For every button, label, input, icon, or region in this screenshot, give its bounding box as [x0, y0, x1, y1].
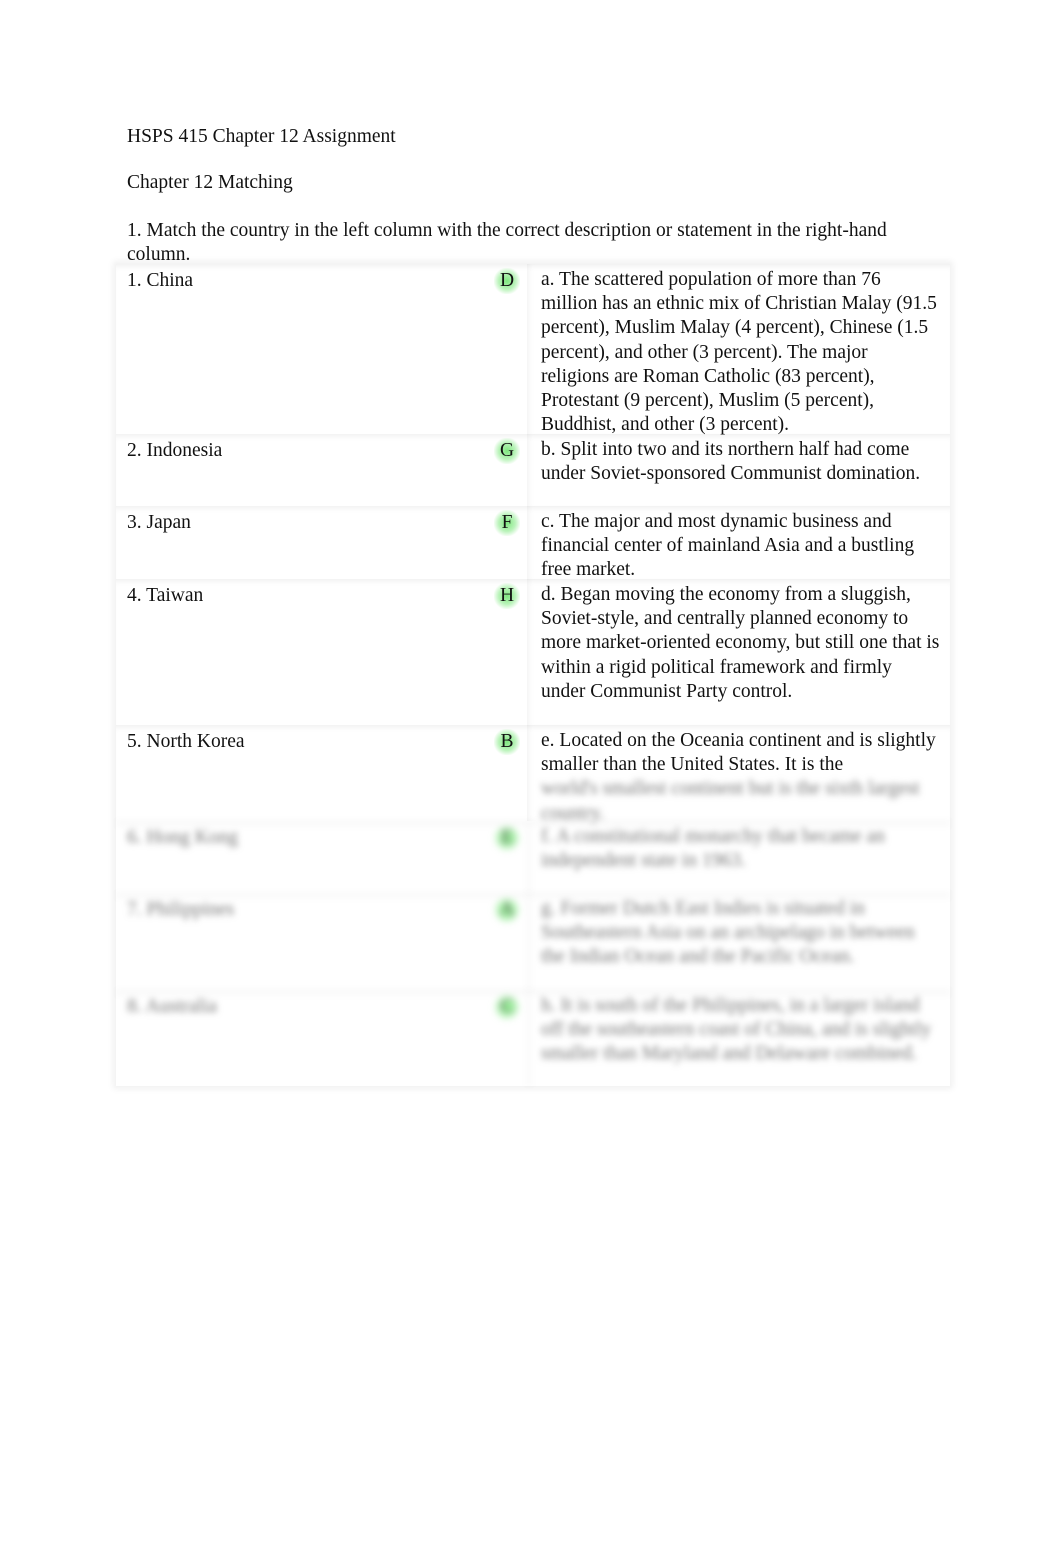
table-row: 4. Taiwan H d. Began moving the economy …: [116, 579, 950, 725]
table-row: 1. China D a. The scattered population o…: [116, 264, 950, 435]
table-row: 5. North Korea B e. Located on the Ocean…: [116, 725, 950, 824]
country-label: 4. Taiwan: [127, 585, 204, 606]
country-cell: 1. China D: [116, 264, 527, 434]
country-cell: 7. Philippines A: [116, 893, 527, 990]
description-cell: g. Former Dutch East Indies is situated …: [527, 893, 950, 990]
country-cell: 3. Japan F: [116, 506, 527, 579]
description-cell: e. Located on the Oceania continent and …: [527, 725, 950, 824]
matching-table: 1. China D a. The scattered population o…: [116, 264, 950, 1086]
country-label: 8. Australia: [127, 996, 217, 1017]
table-row-blurred: 7. Philippines A g. Former Dutch East In…: [116, 893, 950, 990]
answer-highlight: D: [494, 268, 520, 294]
description-text: e. Located on the Oceania continent and …: [541, 730, 936, 776]
answer-highlight: H: [494, 583, 520, 609]
table-row-blurred: 6. Hong Kong E f. A constitutional monar…: [116, 821, 950, 893]
country-cell: 8. Australia C: [116, 990, 527, 1086]
description-cell: c. The major and most dynamic business a…: [527, 506, 950, 580]
section-title: Chapter 12 Matching: [127, 172, 293, 193]
instructions-text: 1. Match the country in the left column …: [127, 220, 887, 266]
answer-highlight: B: [494, 729, 520, 755]
country-label: 5. North Korea: [127, 731, 245, 752]
country-cell: 5. North Korea B: [116, 725, 527, 821]
description-cell: a. The scattered population of more than…: [527, 264, 950, 435]
description-blurred-text: world's smallest continent but is the si…: [541, 778, 920, 824]
country-cell: 2. Indonesia G: [116, 434, 527, 506]
country-label: 6. Hong Kong: [127, 827, 239, 848]
table-row: 2. Indonesia G b. Split into two and its…: [116, 434, 950, 506]
description-cell: h. It is south of the Philippines, in a …: [527, 990, 950, 1086]
description-cell: d. Began moving the economy from a slugg…: [527, 579, 950, 725]
document-title: HSPS 415 Chapter 12 Assignment: [127, 126, 396, 147]
country-label: 2. Indonesia: [127, 440, 223, 461]
answer-highlight: C: [494, 994, 520, 1020]
country-label: 1. China: [127, 270, 194, 291]
table-row-blurred: 8. Australia C h. It is south of the Phi…: [116, 990, 950, 1086]
country-cell: 6. Hong Kong E: [116, 821, 527, 893]
country-label: 3. Japan: [127, 512, 191, 533]
table-row: 3. Japan F c. The major and most dynamic…: [116, 506, 950, 580]
answer-highlight: G: [494, 438, 520, 464]
description-cell: b. Split into two and its northern half …: [527, 434, 950, 506]
country-label: 7. Philippines: [127, 899, 235, 920]
answer-highlight: F: [494, 510, 520, 536]
country-cell: 4. Taiwan H: [116, 579, 527, 725]
description-cell: f. A constitutional monarchy that became…: [527, 821, 950, 893]
answer-highlight: A: [494, 897, 520, 923]
answer-highlight: E: [494, 825, 520, 851]
